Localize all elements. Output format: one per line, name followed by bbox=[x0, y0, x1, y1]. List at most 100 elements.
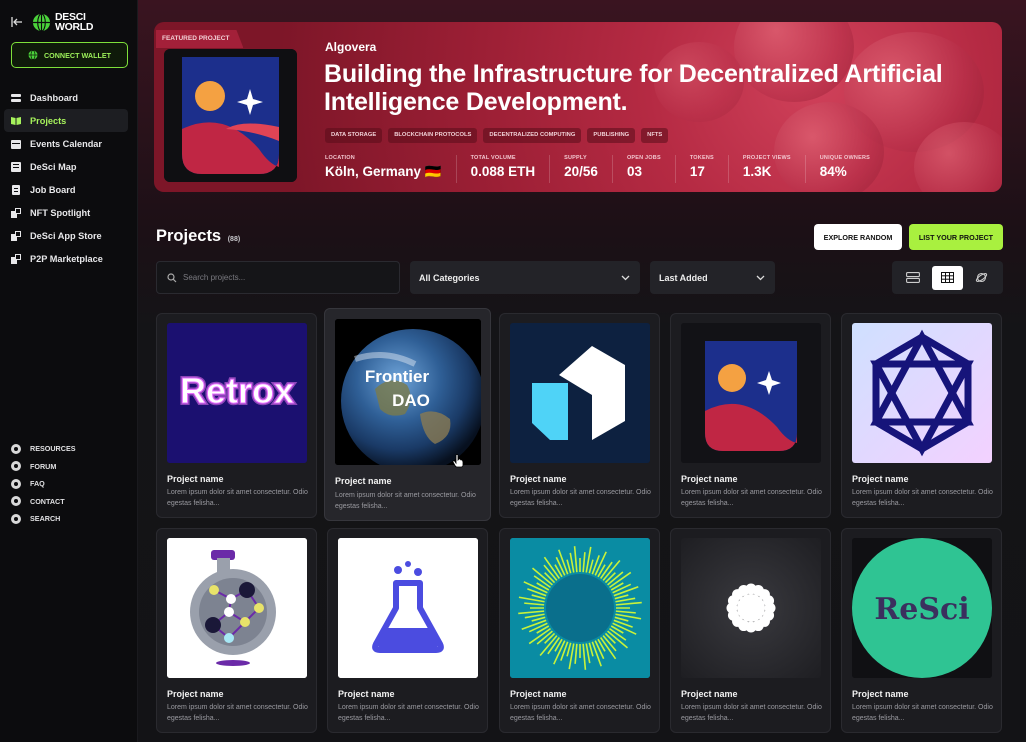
svg-text:ReSci: ReSci bbox=[874, 592, 969, 627]
footer-link-label: FAQ bbox=[30, 479, 45, 489]
featured-tags: DATA STORAGE BLOCKCHAIN PROTOCOLS DECENT… bbox=[325, 128, 669, 143]
project-card[interactable]: Project name Lorem ipsum dolor sit amet … bbox=[841, 313, 1002, 518]
sort-select-value: Last Added bbox=[659, 272, 708, 283]
sidebar-item-label: Dashboard bbox=[30, 92, 78, 103]
category-select[interactable]: All Categories bbox=[410, 261, 640, 294]
project-card[interactable]: Frontier DAO Project name Lorem ipsum do… bbox=[324, 308, 491, 521]
footer-link-faq[interactable]: FAQ bbox=[11, 475, 76, 493]
sunburst-logo-icon bbox=[510, 538, 650, 678]
sidebar-item-dashboard[interactable]: Dashboard bbox=[4, 86, 128, 109]
main-content: FEATURED PROJECT Algovera Building the I… bbox=[138, 0, 1026, 742]
nft-icon bbox=[11, 207, 21, 218]
sidebar-item-projects[interactable]: Projects bbox=[4, 109, 128, 132]
project-logo bbox=[681, 323, 821, 463]
sidebar-item-p2p-marketplace[interactable]: P2P Marketplace bbox=[4, 247, 128, 270]
footer-link-forum[interactable]: FORUM bbox=[11, 458, 76, 476]
svg-text:Frontier: Frontier bbox=[365, 367, 430, 386]
stat-value: 84% bbox=[819, 164, 847, 179]
project-card[interactable]: Project name Lorem ipsum dolor sit amet … bbox=[670, 528, 831, 733]
tag-blockchain-protocols[interactable]: BLOCKCHAIN PROTOCOLS bbox=[388, 128, 478, 143]
list-your-project-button[interactable]: LIST YOUR PROJECT bbox=[909, 224, 1003, 250]
frontier-dao-logo-icon: Frontier DAO bbox=[335, 319, 481, 465]
project-card[interactable]: Project name Lorem ipsum dolor sit amet … bbox=[327, 528, 488, 733]
project-name: Project name bbox=[852, 689, 909, 699]
project-logo bbox=[510, 323, 650, 463]
resci-logo-icon: ReSci bbox=[852, 538, 992, 678]
hexagon-logo-icon bbox=[870, 329, 974, 457]
project-description: Lorem ipsum dolor sit amet consectetur. … bbox=[338, 704, 479, 722]
stat-label: OPEN JOBS bbox=[626, 155, 661, 161]
project-logo bbox=[852, 323, 992, 463]
tag-data-storage[interactable]: DATA STORAGE bbox=[325, 128, 383, 143]
project-description: Lorem ipsum dolor sit amet consectetur. … bbox=[852, 489, 993, 507]
footer-link-contact[interactable]: CONTACT bbox=[11, 493, 76, 511]
project-card[interactable]: Project name Lorem ipsum dolor sit amet … bbox=[156, 528, 317, 733]
dashboard-icon bbox=[11, 93, 21, 102]
book-icon bbox=[11, 116, 21, 125]
project-card[interactable]: ReSci Project name Lorem ipsum dolor sit… bbox=[841, 528, 1002, 733]
search-input[interactable] bbox=[183, 273, 383, 282]
stat-label: TOKENS bbox=[689, 155, 714, 161]
footer-link-search[interactable]: SEARCH bbox=[11, 510, 76, 528]
sidebar: DESCI WORLD CONNECT WALLET Dashboard Pro… bbox=[0, 0, 138, 742]
retrox-logo-icon: Retrox Retrox bbox=[167, 323, 307, 463]
sidebar-nav: Dashboard Projects Events Calendar DeSci… bbox=[4, 86, 128, 270]
footer-link-resources[interactable]: RESOURCES bbox=[11, 440, 76, 458]
stat-value: 17 bbox=[689, 164, 705, 179]
orbit-view-button[interactable] bbox=[966, 266, 997, 290]
stat-label: PROJECT VIEWS bbox=[742, 155, 791, 161]
project-card[interactable]: Project name Lorem ipsum dolor sit amet … bbox=[499, 313, 660, 518]
cube-logo-icon bbox=[510, 323, 650, 463]
project-name: Project name bbox=[510, 474, 567, 484]
sidebar-item-desci-map[interactable]: DeSci Map bbox=[4, 155, 128, 178]
project-logo bbox=[681, 538, 821, 678]
project-card[interactable]: Retrox Retrox Project name Lorem ipsum d… bbox=[156, 313, 317, 518]
project-card[interactable]: Project name Lorem ipsum dolor sit amet … bbox=[499, 528, 660, 733]
sort-select[interactable]: Last Added bbox=[650, 261, 775, 294]
svg-text:Retrox: Retrox bbox=[180, 370, 294, 411]
project-description: Lorem ipsum dolor sit amet consectetur. … bbox=[510, 704, 651, 722]
footer-link-label: CONTACT bbox=[30, 496, 65, 506]
sidebar-item-label: DeSci App Store bbox=[30, 230, 102, 241]
footer-link-label: SEARCH bbox=[30, 514, 61, 524]
project-card[interactable]: Project name Lorem ipsum dolor sit amet … bbox=[670, 313, 831, 518]
project-logo: Retrox Retrox bbox=[167, 323, 307, 463]
resources-icon bbox=[11, 443, 21, 454]
sidebar-item-job-board[interactable]: Job Board bbox=[4, 178, 128, 201]
flask-logo-icon bbox=[338, 538, 478, 678]
list-view-button[interactable] bbox=[898, 266, 929, 290]
projects-heading: Projects (88) bbox=[156, 227, 240, 246]
tag-decentralized-computing[interactable]: DECENTRALIZED COMPUTING bbox=[483, 128, 582, 143]
tag-nfts[interactable]: NFTS bbox=[641, 128, 669, 143]
project-description: Lorem ipsum dolor sit amet consectetur. … bbox=[167, 704, 308, 722]
brand-line-2: WORLD bbox=[55, 21, 94, 33]
store-icon bbox=[11, 230, 21, 241]
stat-location: LOCATION Köln, Germany 🇩🇪 bbox=[325, 155, 457, 183]
clipboard-icon bbox=[12, 184, 20, 195]
sidebar-item-events-calendar[interactable]: Events Calendar bbox=[4, 132, 128, 155]
collapse-sidebar-icon[interactable] bbox=[10, 15, 24, 29]
stat-unique-owners: UNIQUE OWNERS 84% bbox=[820, 155, 884, 183]
connect-wallet-button[interactable]: CONNECT WALLET bbox=[11, 42, 128, 68]
explore-random-button[interactable]: EXPLORE RANDOM bbox=[814, 224, 902, 250]
project-description: Lorem ipsum dolor sit amet consectetur. … bbox=[335, 492, 476, 510]
sidebar-item-desci-app-store[interactable]: DeSci App Store bbox=[4, 224, 128, 247]
svg-text:DAO: DAO bbox=[392, 391, 430, 410]
grid-view-button[interactable] bbox=[931, 265, 963, 290]
featured-project-banner[interactable]: FEATURED PROJECT Algovera Building the I… bbox=[154, 22, 1002, 192]
project-description: Lorem ipsum dolor sit amet consectetur. … bbox=[681, 704, 822, 722]
algovera-logo-icon bbox=[164, 49, 297, 182]
tag-publishing[interactable]: PUBLISHING bbox=[587, 128, 636, 143]
stat-label: UNIQUE OWNERS bbox=[819, 155, 870, 161]
featured-project-name: Algovera bbox=[325, 40, 377, 54]
sidebar-item-nft-spotlight[interactable]: NFT Spotlight bbox=[4, 201, 128, 224]
stat-open-jobs: OPEN JOBS 03 bbox=[627, 155, 676, 183]
search-box bbox=[156, 261, 400, 294]
project-name: Project name bbox=[510, 689, 567, 699]
projects-title: Projects bbox=[156, 227, 222, 245]
project-logo bbox=[338, 538, 478, 678]
stat-project-views: PROJECT VIEWS 1.3K bbox=[743, 155, 806, 183]
project-name: Project name bbox=[167, 689, 224, 699]
brand: DESCI WORLD bbox=[10, 12, 93, 32]
calendar-icon bbox=[11, 139, 21, 149]
